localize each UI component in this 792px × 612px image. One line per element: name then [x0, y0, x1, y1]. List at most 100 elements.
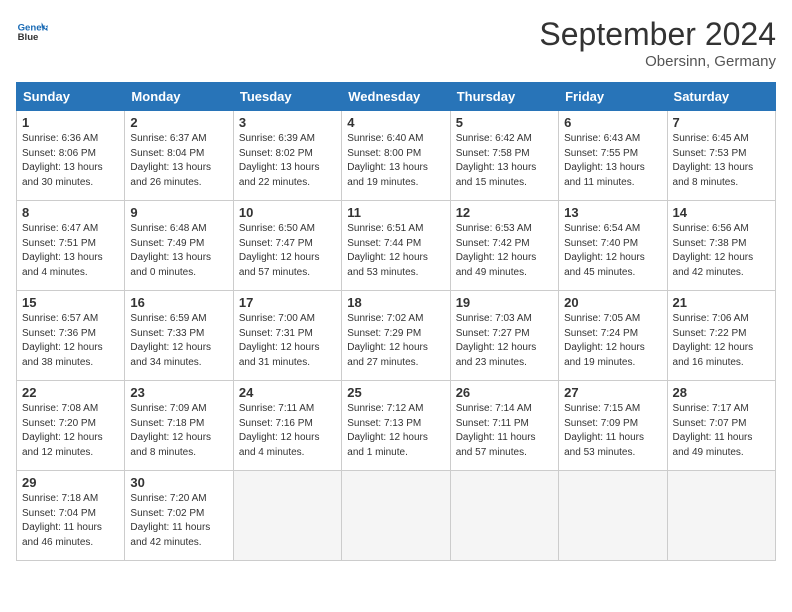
day-info: Sunrise: 7:12 AM Sunset: 7:13 PM Dayligh…	[347, 402, 444, 460]
calendar-day: 14Sunrise: 6:56 AM Sunset: 7:38 PM Dayli…	[667, 201, 775, 291]
calendar-row: 1 Sunrise: 6:36 AM Sunset: 8:06 PM Daylig…	[17, 111, 776, 201]
day-number: 9	[130, 205, 227, 220]
weekday-header-thursday: Thursday	[450, 83, 558, 111]
day-number: 20	[564, 295, 661, 310]
calendar-day: 18 Sunrise: 7:02 AM Sunset: 7:29 PM Dayli…	[342, 291, 450, 381]
calendar-day: 19 Sunrise: 7:03 AM Sunset: 7:27 PM Dayli…	[450, 291, 558, 381]
day-number: 17	[239, 295, 336, 310]
day-info: Sunrise: 7:14 AM Sunset: 7:11 PM Dayligh…	[456, 402, 553, 460]
day-info: Sunrise: 6:37 AM Sunset: 8:04 PM Dayligh…	[130, 132, 227, 190]
day-info: Sunrise: 6:48 AM Sunset: 7:49 PM Dayligh…	[130, 222, 227, 280]
calendar-day: 17 Sunrise: 7:00 AM Sunset: 7:31 PM Dayli…	[233, 291, 341, 381]
day-info: Sunrise: 7:02 AM Sunset: 7:29 PM Dayligh…	[347, 312, 444, 370]
day-number: 10	[239, 205, 336, 220]
day-number: 6	[564, 115, 661, 130]
day-number: 21	[673, 295, 770, 310]
calendar-day: 8 Sunrise: 6:47 AM Sunset: 7:51 PM Daylig…	[17, 201, 125, 291]
svg-text:Blue: Blue	[18, 32, 39, 43]
day-number: 12	[456, 205, 553, 220]
logo-icon: General Blue	[16, 16, 48, 48]
day-number: 24	[239, 385, 336, 400]
day-info: Sunrise: 7:17 AM Sunset: 7:07 PM Dayligh…	[673, 402, 770, 460]
calendar-day: 29 Sunrise: 7:18 AM Sunset: 7:04 PM Dayli…	[17, 471, 125, 561]
day-info: Sunrise: 6:51 AM Sunset: 7:44 PM Dayligh…	[347, 222, 444, 280]
day-info: Sunrise: 7:18 AM Sunset: 7:04 PM Dayligh…	[22, 492, 119, 550]
calendar-row: 29 Sunrise: 7:18 AM Sunset: 7:04 PM Dayli…	[17, 471, 776, 561]
day-number: 4	[347, 115, 444, 130]
weekday-header-wednesday: Wednesday	[342, 83, 450, 111]
calendar-row: 15 Sunrise: 6:57 AM Sunset: 7:36 PM Dayli…	[17, 291, 776, 381]
day-number: 25	[347, 385, 444, 400]
day-number: 16	[130, 295, 227, 310]
day-info: Sunrise: 7:03 AM Sunset: 7:27 PM Dayligh…	[456, 312, 553, 370]
calendar-day: 28Sunrise: 7:17 AM Sunset: 7:07 PM Dayli…	[667, 381, 775, 471]
day-info: Sunrise: 6:40 AM Sunset: 8:00 PM Dayligh…	[347, 132, 444, 190]
calendar-day: 6 Sunrise: 6:43 AM Sunset: 7:55 PM Daylig…	[559, 111, 667, 201]
page-header: General Blue September 2024 Obersinn, Ge…	[16, 16, 776, 70]
day-number: 11	[347, 205, 444, 220]
logo: General Blue	[16, 16, 48, 48]
calendar-day: 26 Sunrise: 7:14 AM Sunset: 7:11 PM Dayli…	[450, 381, 558, 471]
day-number: 5	[456, 115, 553, 130]
calendar-day: 1 Sunrise: 6:36 AM Sunset: 8:06 PM Daylig…	[17, 111, 125, 201]
day-info: Sunrise: 6:57 AM Sunset: 7:36 PM Dayligh…	[22, 312, 119, 370]
title-block: September 2024 Obersinn, Germany	[539, 16, 776, 70]
calendar-day: 9 Sunrise: 6:48 AM Sunset: 7:49 PM Daylig…	[125, 201, 233, 291]
calendar-day: 21 Sunrise: 7:06 AM Sunset: 7:22 PM Dayli…	[667, 291, 775, 381]
calendar-day: 5 Sunrise: 6:42 AM Sunset: 7:58 PM Daylig…	[450, 111, 558, 201]
day-number: 1	[22, 115, 119, 130]
calendar-day: 22 Sunrise: 7:08 AM Sunset: 7:20 PM Dayli…	[17, 381, 125, 471]
day-number: 19	[456, 295, 553, 310]
day-info: Sunrise: 7:09 AM Sunset: 7:18 PM Dayligh…	[130, 402, 227, 460]
day-info: Sunrise: 7:15 AM Sunset: 7:09 PM Dayligh…	[564, 402, 661, 460]
day-info: Sunrise: 7:20 AM Sunset: 7:02 PM Dayligh…	[130, 492, 227, 550]
day-info: Sunrise: 7:11 AM Sunset: 7:16 PM Dayligh…	[239, 402, 336, 460]
calendar-table: SundayMondayTuesdayWednesdayThursdayFrid…	[16, 82, 776, 561]
calendar-day: 25 Sunrise: 7:12 AM Sunset: 7:13 PM Dayli…	[342, 381, 450, 471]
day-number: 3	[239, 115, 336, 130]
day-info: Sunrise: 6:45 AM Sunset: 7:53 PM Dayligh…	[673, 132, 770, 190]
calendar-day: 4 Sunrise: 6:40 AM Sunset: 8:00 PM Daylig…	[342, 111, 450, 201]
day-info: Sunrise: 6:59 AM Sunset: 7:33 PM Dayligh…	[130, 312, 227, 370]
calendar-day-empty	[233, 471, 341, 561]
calendar-day: 15 Sunrise: 6:57 AM Sunset: 7:36 PM Dayli…	[17, 291, 125, 381]
calendar-day-empty	[667, 471, 775, 561]
calendar-day: 13Sunrise: 6:54 AM Sunset: 7:40 PM Dayli…	[559, 201, 667, 291]
calendar-day: 30 Sunrise: 7:20 AM Sunset: 7:02 PM Dayli…	[125, 471, 233, 561]
day-number: 29	[22, 475, 119, 490]
calendar-day: 10 Sunrise: 6:50 AM Sunset: 7:47 PM Dayli…	[233, 201, 341, 291]
day-info: Sunrise: 6:42 AM Sunset: 7:58 PM Dayligh…	[456, 132, 553, 190]
calendar-day: 12 Sunrise: 6:53 AM Sunset: 7:42 PM Dayli…	[450, 201, 558, 291]
location: Obersinn, Germany	[539, 53, 776, 70]
day-number: 7	[673, 115, 770, 130]
day-number: 8	[22, 205, 119, 220]
day-number: 14	[673, 205, 770, 220]
day-info: Sunrise: 7:08 AM Sunset: 7:20 PM Dayligh…	[22, 402, 119, 460]
day-info: Sunrise: 6:36 AM Sunset: 8:06 PM Dayligh…	[22, 132, 119, 190]
day-info: Sunrise: 6:47 AM Sunset: 7:51 PM Dayligh…	[22, 222, 119, 280]
day-info: Sunrise: 6:43 AM Sunset: 7:55 PM Dayligh…	[564, 132, 661, 190]
day-info: Sunrise: 7:05 AM Sunset: 7:24 PM Dayligh…	[564, 312, 661, 370]
weekday-header-row: SundayMondayTuesdayWednesdayThursdayFrid…	[17, 83, 776, 111]
day-info: Sunrise: 7:00 AM Sunset: 7:31 PM Dayligh…	[239, 312, 336, 370]
calendar-day-empty	[342, 471, 450, 561]
day-number: 30	[130, 475, 227, 490]
day-info: Sunrise: 6:50 AM Sunset: 7:47 PM Dayligh…	[239, 222, 336, 280]
weekday-header-tuesday: Tuesday	[233, 83, 341, 111]
day-number: 22	[22, 385, 119, 400]
day-number: 26	[456, 385, 553, 400]
calendar-day: 23 Sunrise: 7:09 AM Sunset: 7:18 PM Dayli…	[125, 381, 233, 471]
day-number: 23	[130, 385, 227, 400]
day-info: Sunrise: 6:39 AM Sunset: 8:02 PM Dayligh…	[239, 132, 336, 190]
weekday-header-friday: Friday	[559, 83, 667, 111]
day-number: 13	[564, 205, 661, 220]
calendar-row: 8 Sunrise: 6:47 AM Sunset: 7:51 PM Daylig…	[17, 201, 776, 291]
calendar-day: 2 Sunrise: 6:37 AM Sunset: 8:04 PM Daylig…	[125, 111, 233, 201]
day-number: 18	[347, 295, 444, 310]
calendar-day: 3 Sunrise: 6:39 AM Sunset: 8:02 PM Daylig…	[233, 111, 341, 201]
day-info: Sunrise: 7:06 AM Sunset: 7:22 PM Dayligh…	[673, 312, 770, 370]
day-number: 2	[130, 115, 227, 130]
day-info: Sunrise: 6:53 AM Sunset: 7:42 PM Dayligh…	[456, 222, 553, 280]
month-title: September 2024	[539, 16, 776, 53]
day-number: 15	[22, 295, 119, 310]
